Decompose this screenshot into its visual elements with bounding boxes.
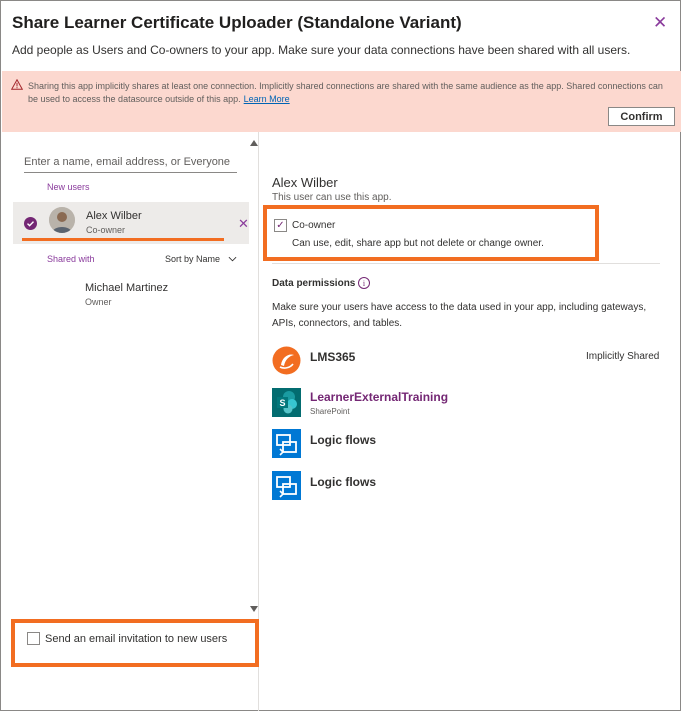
dialog-subtitle: Add people as Users and Co-owners to you… bbox=[12, 43, 631, 57]
confirm-button[interactable]: Confirm bbox=[608, 107, 675, 126]
data-permissions-title: Data permissions bbox=[272, 278, 356, 289]
info-icon[interactable]: i bbox=[358, 277, 370, 289]
warning-text: Sharing this app implicitly shares at le… bbox=[28, 81, 663, 104]
dialog-title: Share Learner Certificate Uploader (Stan… bbox=[12, 13, 462, 32]
people-search-input[interactable] bbox=[24, 152, 237, 173]
connection-status: Implicitly Shared bbox=[586, 351, 660, 362]
shared-user-role: Owner bbox=[85, 297, 112, 307]
connection-name[interactable]: LearnerExternalTraining bbox=[310, 390, 448, 404]
chevron-down-icon bbox=[228, 256, 236, 262]
close-icon[interactable]: ✕ bbox=[653, 13, 667, 33]
learn-more-link[interactable]: Learn More bbox=[244, 94, 290, 104]
email-invite-checkbox[interactable] bbox=[27, 632, 40, 645]
share-dialog: Share Learner Certificate Uploader (Stan… bbox=[0, 0, 681, 711]
sort-label: Sort by Name bbox=[165, 254, 221, 264]
remove-user-icon[interactable]: ✕ bbox=[238, 216, 249, 232]
email-invite-highlight: Send an email invitation to new users bbox=[11, 619, 259, 667]
user-can-use-text: This user can use this app. bbox=[272, 192, 392, 203]
warning-message: Sharing this app implicitly shares at le… bbox=[28, 80, 673, 106]
new-users-label: New users bbox=[47, 182, 90, 192]
data-permissions-description: Make sure your users have access to the … bbox=[272, 302, 647, 329]
new-user-role: Co-owner bbox=[86, 225, 126, 235]
shared-user-name: Michael Martinez bbox=[85, 282, 169, 294]
new-user-name: Alex Wilber bbox=[86, 210, 142, 222]
connection-name: Logic flows bbox=[310, 433, 376, 447]
logic-flows-icon bbox=[272, 471, 301, 500]
coowner-highlight: ✓ Co-owner Can use, edit, share app but … bbox=[263, 205, 599, 261]
selected-check-icon bbox=[24, 217, 37, 230]
people-panel: New users Alex Wilber Co-owner ✕ Shared … bbox=[2, 132, 259, 711]
coowner-checkbox[interactable]: ✓ bbox=[274, 219, 287, 232]
lms365-icon bbox=[272, 346, 301, 375]
warning-banner: Sharing this app implicitly shares at le… bbox=[2, 71, 681, 132]
shared-with-label: Shared with bbox=[47, 254, 95, 264]
connection-name: LMS365 bbox=[310, 350, 356, 364]
scroll-up-icon[interactable] bbox=[250, 140, 258, 146]
highlight-underline bbox=[22, 238, 224, 241]
scroll-down-icon[interactable] bbox=[250, 606, 258, 612]
logic-flows-icon bbox=[272, 429, 301, 458]
sort-dropdown[interactable]: Sort by Name bbox=[165, 254, 237, 264]
coowner-description: Can use, edit, share app but not delete … bbox=[292, 238, 544, 249]
svg-text:S: S bbox=[279, 398, 285, 408]
selected-user-name: Alex Wilber bbox=[272, 175, 338, 190]
email-invite-label: Send an email invitation to new users bbox=[45, 633, 228, 645]
warning-icon bbox=[11, 79, 23, 90]
avatar bbox=[49, 207, 75, 233]
coowner-label: Co-owner bbox=[292, 220, 336, 231]
sharepoint-icon: S bbox=[272, 388, 301, 417]
divider bbox=[272, 263, 660, 264]
connection-name: Logic flows bbox=[310, 475, 376, 489]
user-details-panel: Alex Wilber This user can use this app. … bbox=[260, 132, 680, 711]
connection-subtitle: SharePoint bbox=[310, 407, 350, 416]
